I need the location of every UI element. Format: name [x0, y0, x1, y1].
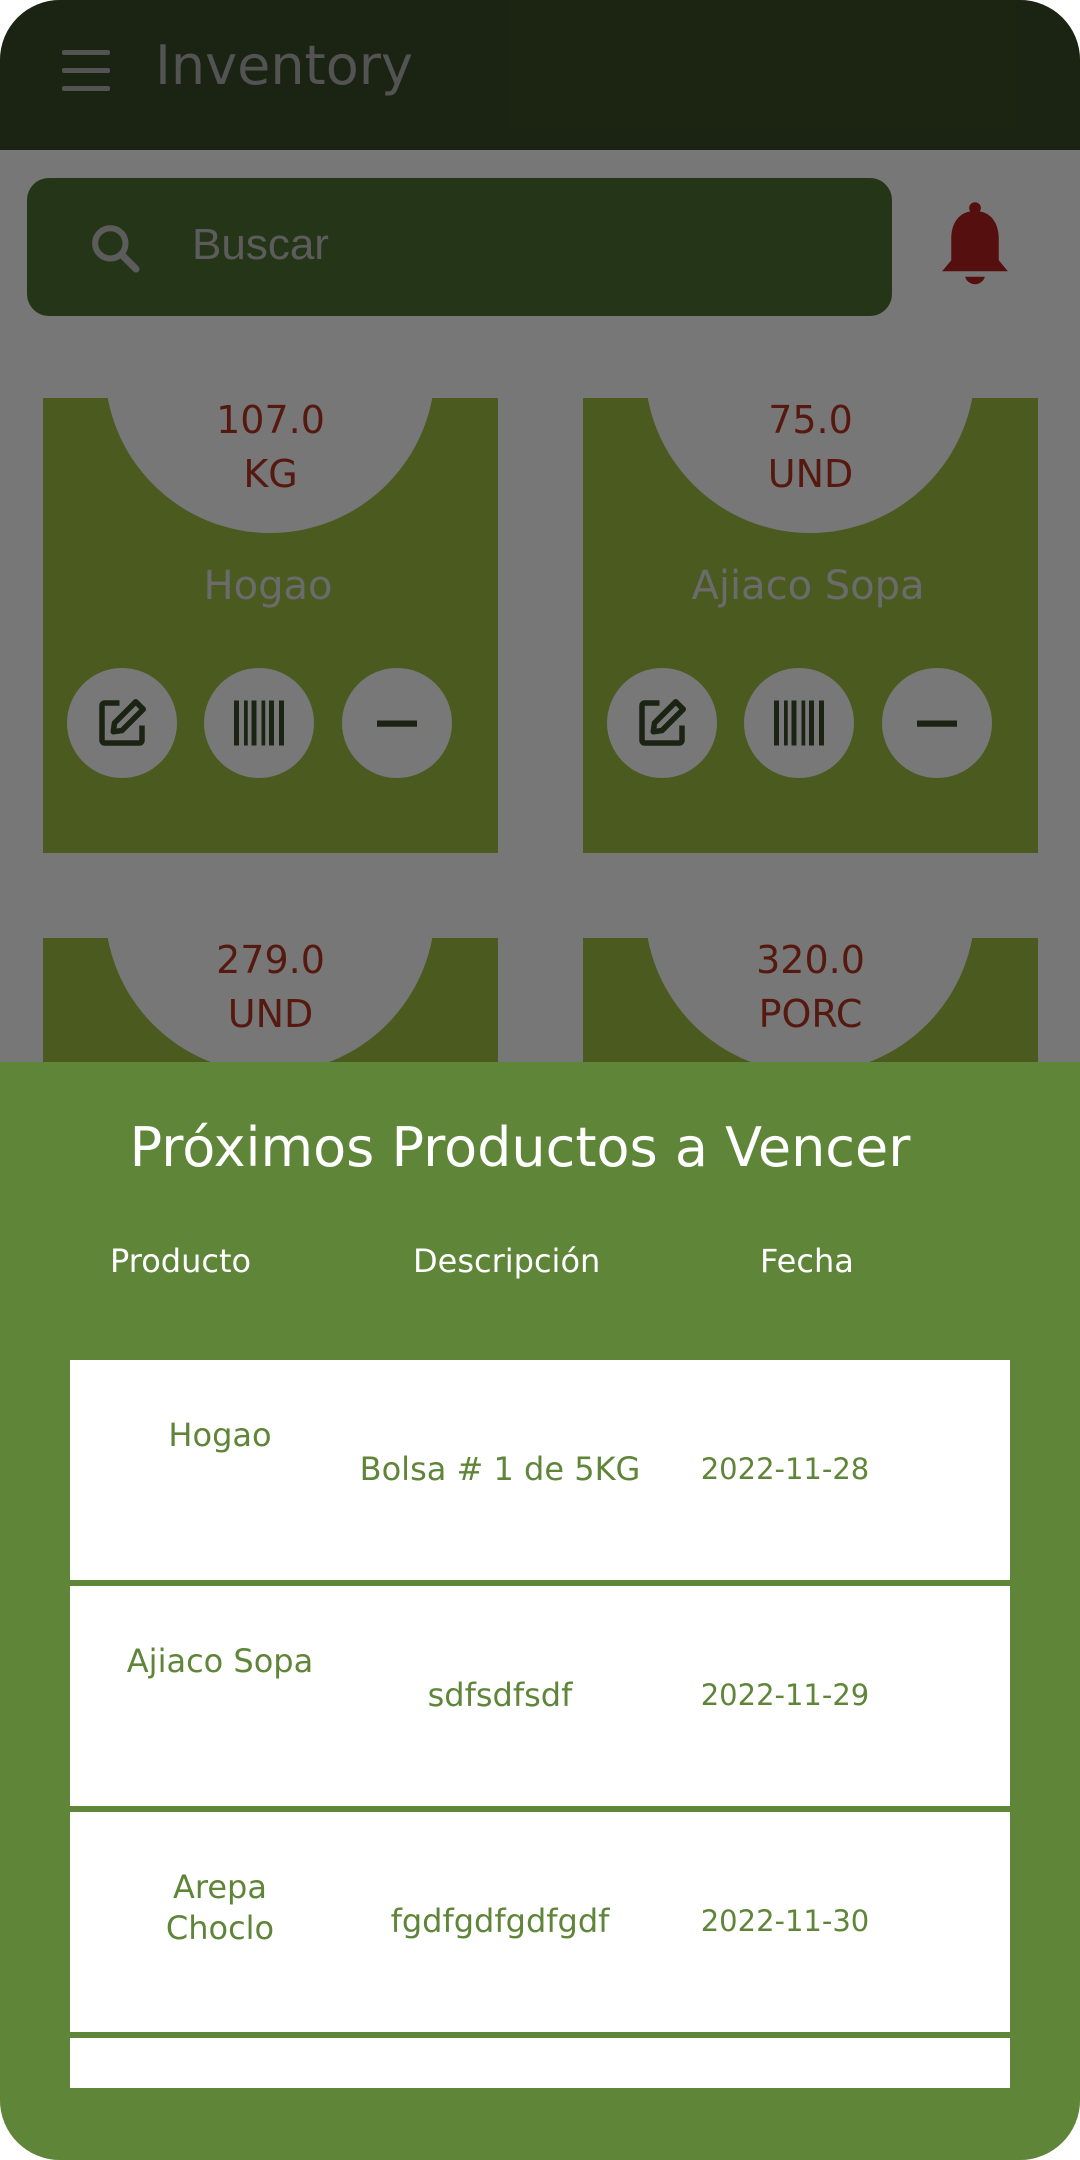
column-header-date: Fecha — [760, 1242, 854, 1280]
column-header-description: Descripción — [413, 1242, 601, 1280]
modal-scrim[interactable] — [0, 0, 1080, 1062]
row-product: Hogao — [168, 1416, 272, 1454]
sheet-title: Próximos Productos a Vencer — [129, 1116, 911, 1179]
row-description: Bolsa # 1 de 5KG — [359, 1450, 641, 1488]
row-product: Ajiaco Sopa — [126, 1642, 314, 1680]
row-date: 2022-11-28 — [700, 1452, 870, 1486]
table-row[interactable]: Ajiaco Sopa sdfsdfsdf 2022-11-29 — [70, 1586, 1010, 1806]
row-description: fgdfgdfgdfgdf — [390, 1902, 610, 1940]
table-row[interactable] — [70, 2038, 1010, 2088]
table-row[interactable]: Hogao Bolsa # 1 de 5KG 2022-11-28 — [70, 1360, 1010, 1580]
column-header-product: Producto — [110, 1242, 252, 1280]
row-date: 2022-11-29 — [700, 1678, 870, 1712]
expiring-products-sheet: Próximos Productos a Vencer Producto Des… — [0, 1062, 1080, 2160]
row-description: sdfsdfsdf — [427, 1676, 573, 1714]
screen: Inventory Buscar 107.0 KG Hogao 75.0 UND… — [0, 0, 1080, 2160]
row-date: 2022-11-30 — [700, 1904, 870, 1938]
table-row[interactable]: Arepa Choclo fgdfgdfgdfgdf 2022-11-30 — [70, 1812, 1010, 2032]
row-product: Arepa Choclo — [165, 1868, 275, 1947]
